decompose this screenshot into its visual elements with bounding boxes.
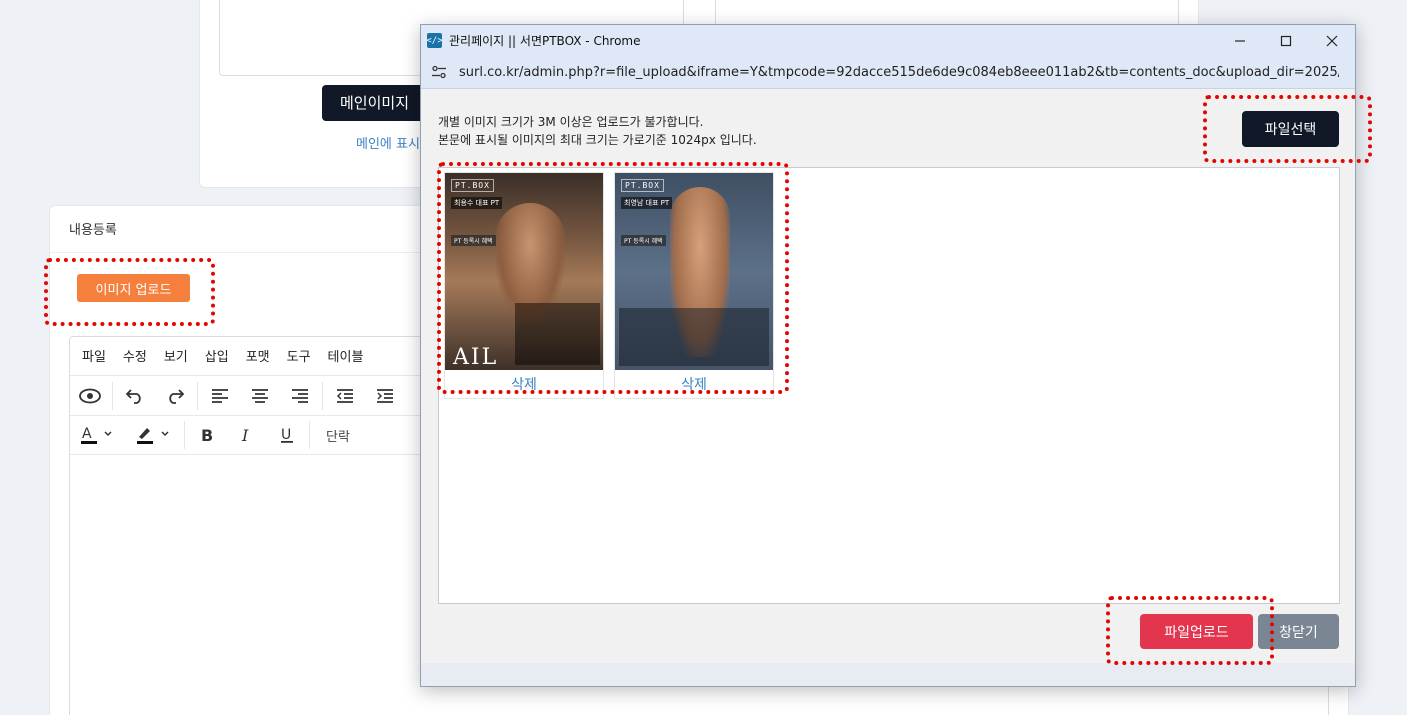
menu-view[interactable]: 보기: [164, 346, 188, 365]
bold-icon[interactable]: B: [187, 416, 227, 454]
uploaded-image-thumbnail: PT.BOX 최용수 대표 PT PT 등록시 혜택 AIL: [445, 173, 603, 370]
window-bottom-strip: [421, 663, 1355, 686]
url-text[interactable]: surl.co.kr/admin.php?r=file_upload&ifram…: [459, 65, 1339, 80]
poster-benefit: PT 등록시 혜택: [451, 235, 496, 246]
align-center-icon[interactable]: [240, 377, 280, 415]
svg-text:B: B: [201, 427, 213, 443]
undo-icon[interactable]: [115, 377, 155, 415]
highlight-color-icon[interactable]: [124, 416, 182, 454]
preview-icon[interactable]: [70, 377, 110, 415]
menu-table[interactable]: 테이블: [328, 346, 364, 365]
toolbar-separator: [112, 381, 113, 410]
italic-icon[interactable]: I: [227, 416, 267, 454]
poster-name: 최영남 대표 PT: [621, 197, 673, 209]
select-file-button[interactable]: 파일선택: [1242, 111, 1339, 147]
window-titlebar[interactable]: </> 관리페이지 || 서면PTBOX - Chrome: [421, 25, 1355, 56]
indent-icon[interactable]: [365, 377, 405, 415]
align-right-icon[interactable]: [280, 377, 320, 415]
uploaded-image-item: PT.BOX 최영남 대표 PT PT 등록시 혜택 삭제: [614, 172, 774, 399]
outdent-icon[interactable]: [325, 377, 365, 415]
window-controls: [1217, 25, 1355, 56]
menu-tools[interactable]: 도구: [287, 346, 311, 365]
toolbar-separator: [309, 421, 310, 449]
svg-text:A: A: [82, 426, 92, 442]
poster-brand: PT.BOX: [451, 179, 494, 192]
menu-format[interactable]: 포맷: [246, 346, 270, 365]
close-window-button[interactable]: 창닫기: [1258, 614, 1339, 649]
poster-benefit: PT 등록시 혜택: [621, 235, 666, 246]
underline-icon[interactable]: U: [267, 416, 307, 454]
image-upload-button[interactable]: 이미지 업로드: [77, 274, 190, 302]
upload-content: 개별 이미지 크기가 3M 이상은 업로드가 불가합니다. 본문에 표시될 이미…: [421, 89, 1355, 663]
poster-brand: PT.BOX: [621, 179, 664, 192]
toolbar-separator: [322, 381, 323, 410]
content-card-title: 내용등록: [69, 223, 117, 238]
editor-menubar: 파일 수정 보기 삽입 포맷 도구 테이블: [82, 346, 380, 365]
poster-text-block: [515, 303, 600, 365]
poster-name: 최용수 대표 PT: [451, 197, 503, 209]
close-icon[interactable]: [1309, 25, 1355, 56]
uploaded-files-area: PT.BOX 최용수 대표 PT PT 등록시 혜택 AIL 삭제 PT.BOX…: [438, 167, 1340, 604]
uploaded-image-item: PT.BOX 최용수 대표 PT PT 등록시 혜택 AIL 삭제: [444, 172, 604, 399]
max-width-notice: 본문에 표시될 이미지의 최대 크기는 가로기준 1024px 입니다.: [438, 133, 757, 147]
menu-edit[interactable]: 수정: [123, 346, 147, 365]
block-format-select[interactable]: 단락: [312, 426, 350, 445]
code-app-icon: </>: [426, 33, 443, 48]
size-limit-notice: 개별 이미지 크기가 3M 이상은 업로드가 불가합니다.: [438, 115, 704, 129]
minimize-icon[interactable]: [1217, 25, 1263, 56]
poster-text-block: [619, 308, 769, 366]
file-upload-popup-window: </> 관리페이지 || 서면PTBOX - Chrome surl.co.kr…: [420, 24, 1356, 687]
window-title: 관리페이지 || 서면PTBOX - Chrome: [449, 34, 641, 48]
main-image-button[interactable]: 메인이미지: [322, 85, 428, 121]
delete-image-link[interactable]: 삭제: [445, 374, 603, 394]
address-bar[interactable]: surl.co.kr/admin.php?r=file_upload&ifram…: [421, 56, 1355, 89]
maximize-icon[interactable]: [1263, 25, 1309, 56]
delete-image-link[interactable]: 삭제: [615, 374, 773, 394]
toolbar-separator: [184, 421, 185, 449]
redo-icon[interactable]: [155, 377, 195, 415]
menu-file[interactable]: 파일: [82, 346, 106, 365]
svg-text:I: I: [241, 427, 249, 443]
uploaded-image-thumbnail: PT.BOX 최영남 대표 PT PT 등록시 혜택: [615, 173, 773, 370]
file-upload-button[interactable]: 파일업로드: [1140, 614, 1253, 649]
toolbar-separator: [197, 381, 198, 410]
editor-toolbar-row-2: A B I U 단락: [70, 415, 430, 455]
align-left-icon[interactable]: [200, 377, 240, 415]
editor-toolbar-row-1: [70, 375, 430, 415]
svg-text:U: U: [281, 427, 291, 443]
site-settings-icon[interactable]: [431, 64, 447, 80]
poster-watermark: AIL: [453, 345, 499, 370]
main-display-link[interactable]: 메인에 표시: [356, 133, 420, 152]
text-color-icon[interactable]: A: [70, 416, 124, 454]
menu-insert[interactable]: 삽입: [205, 346, 229, 365]
